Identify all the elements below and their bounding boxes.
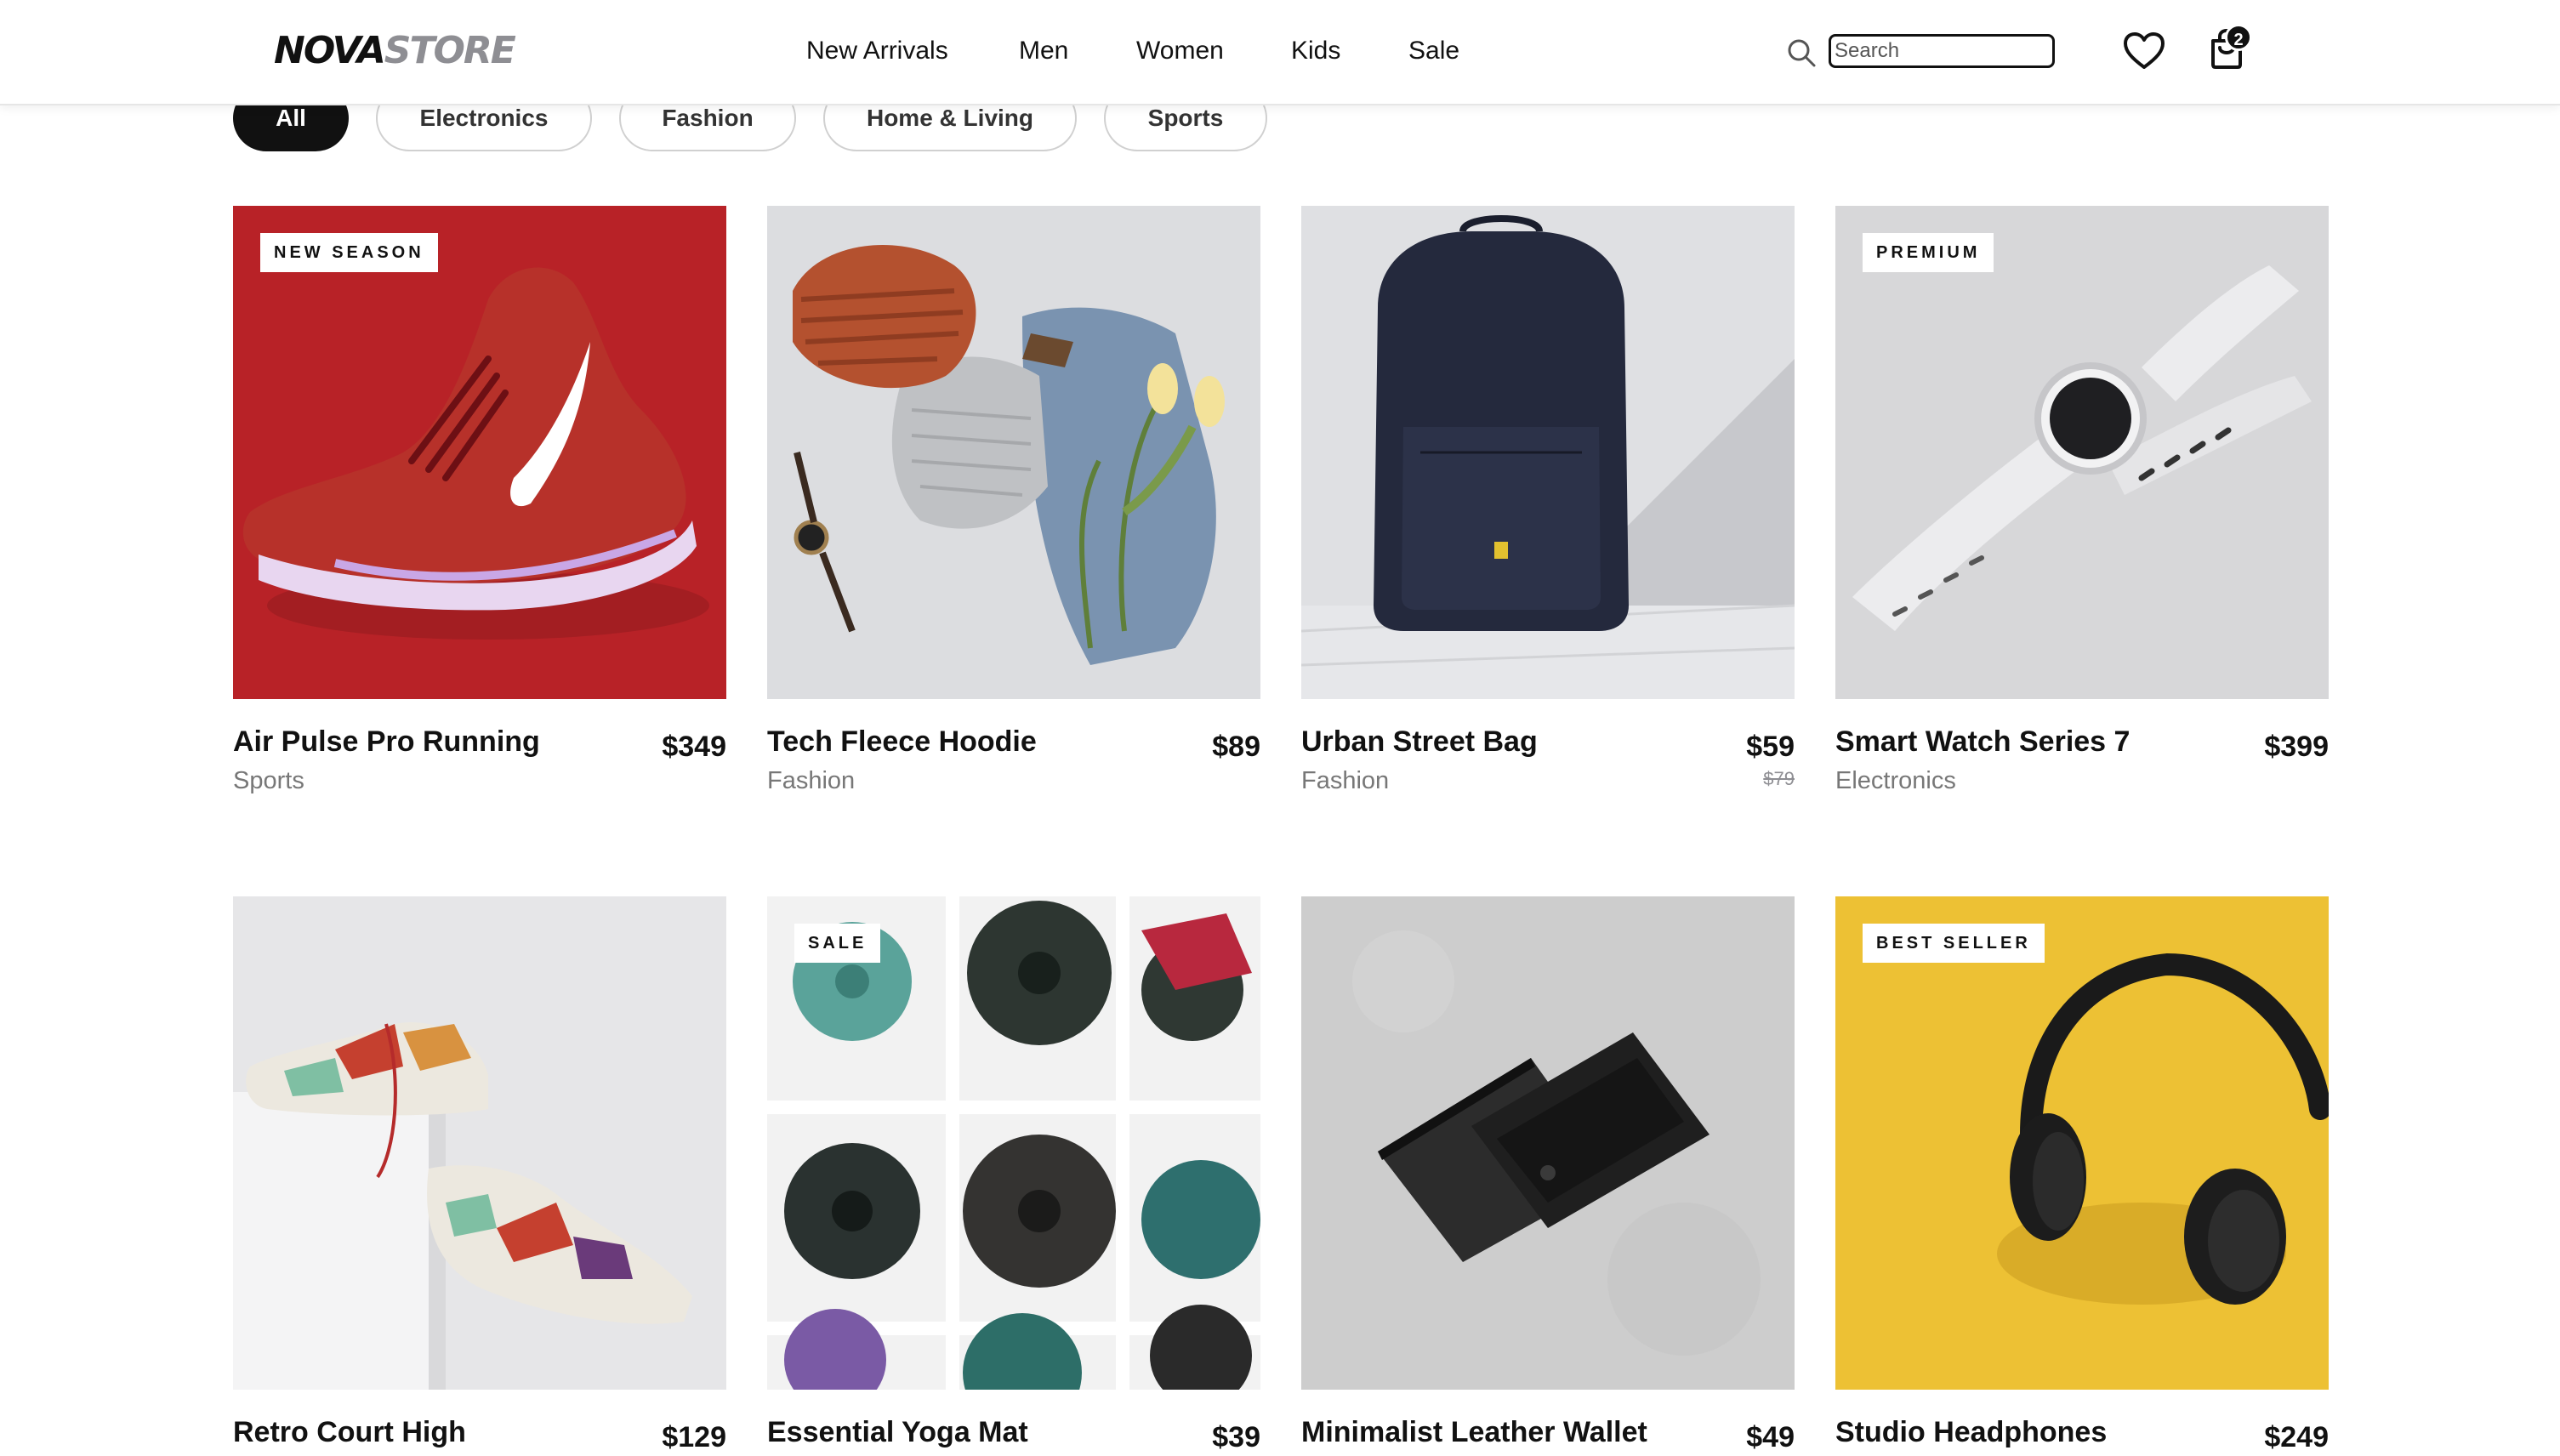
product-image-retro-sneakers[interactable] bbox=[233, 896, 726, 1390]
product-badge: PREMIUM bbox=[1863, 233, 1994, 272]
product-badge: SALE bbox=[794, 924, 881, 963]
product-name[interactable]: Studio Headphones bbox=[1835, 1413, 2227, 1451]
product-name[interactable]: Tech Fleece Hoodie bbox=[767, 723, 1158, 760]
search-icon[interactable] bbox=[1786, 37, 1817, 68]
product-image-leather-wallet[interactable] bbox=[1301, 896, 1795, 1390]
product-price: $129 bbox=[662, 1421, 726, 1453]
cart-count-badge: 2 bbox=[2225, 24, 2252, 51]
product-category: Fashion bbox=[767, 767, 856, 794]
brand-logo-part1: NOVA bbox=[274, 29, 386, 72]
product-price: $89 bbox=[1212, 731, 1260, 763]
search-input[interactable] bbox=[1829, 34, 2055, 68]
product-name[interactable]: Urban Street Bag bbox=[1301, 723, 1692, 760]
nav-new-arrivals[interactable]: New Arrivals bbox=[806, 34, 948, 68]
nav-women[interactable]: Women bbox=[1136, 34, 1224, 68]
brand-logo[interactable]: NOVASTORE bbox=[274, 27, 516, 75]
product-old-price: $79 bbox=[1763, 768, 1795, 789]
product-name[interactable]: Minimalist Leather Wallet bbox=[1301, 1413, 1692, 1451]
nav-sale[interactable]: Sale bbox=[1408, 34, 1459, 68]
product-image-headphones[interactable]: BEST SELLER bbox=[1835, 896, 2329, 1390]
product-category: Sports bbox=[233, 767, 304, 794]
product-price: $59 bbox=[1746, 731, 1795, 763]
product-price: $39 bbox=[1212, 1421, 1260, 1453]
nav-kids[interactable]: Kids bbox=[1291, 34, 1340, 68]
heart-icon[interactable] bbox=[2123, 31, 2165, 71]
product-name[interactable]: Retro Court High bbox=[233, 1413, 624, 1451]
product-name[interactable]: Essential Yoga Mat bbox=[767, 1413, 1158, 1451]
product-name[interactable]: Smart Watch Series 7 bbox=[1835, 723, 2227, 760]
product-image-hoodie[interactable] bbox=[767, 206, 1260, 699]
product-price: $249 bbox=[2264, 1421, 2329, 1453]
product-price: $399 bbox=[2264, 731, 2329, 763]
product-price: $49 bbox=[1746, 1421, 1795, 1453]
product-badge: NEW SEASON bbox=[260, 233, 438, 272]
site-header: NOVASTORE New Arrivals Men Women Kids Sa… bbox=[0, 0, 2560, 105]
product-image-yoga-mats[interactable]: SALE bbox=[767, 896, 1260, 1390]
product-image-running-shoe[interactable]: NEW SEASON bbox=[233, 206, 726, 699]
product-price: $349 bbox=[662, 731, 726, 763]
product-image-backpack[interactable] bbox=[1301, 206, 1795, 699]
product-name[interactable]: Air Pulse Pro Running bbox=[233, 723, 624, 760]
product-category: Electronics bbox=[1835, 767, 1956, 794]
product-category: Fashion bbox=[1301, 767, 1390, 794]
product-badge: BEST SELLER bbox=[1863, 924, 2045, 963]
nav-men[interactable]: Men bbox=[1019, 34, 1068, 68]
cart-button[interactable]: 2 bbox=[2206, 24, 2254, 73]
brand-logo-part2: STORE bbox=[384, 29, 516, 72]
product-image-smart-watch[interactable]: PREMIUM bbox=[1835, 206, 2329, 699]
